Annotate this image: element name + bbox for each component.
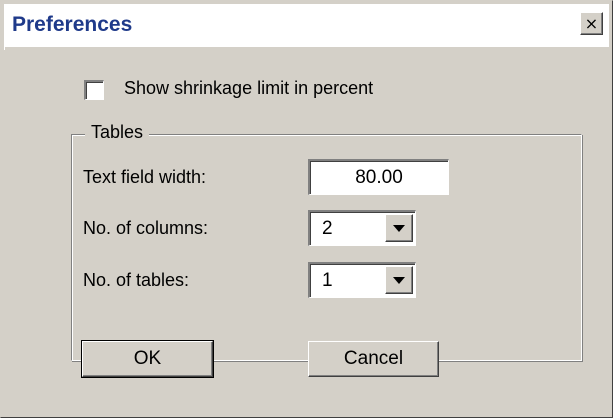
show-shrinkage-label[interactable]: Show shrinkage limit in percent xyxy=(124,78,373,99)
show-shrinkage-checkbox[interactable] xyxy=(84,80,104,100)
dialog-body: Show shrinkage limit in percent Tables T… xyxy=(5,47,609,414)
columns-select[interactable]: 2 xyxy=(308,210,416,246)
chevron-down-icon xyxy=(393,276,405,284)
tables-label: No. of tables: xyxy=(83,270,190,290)
window-title: Preferences xyxy=(12,13,133,36)
title-bar: Preferences × xyxy=(4,4,609,50)
chevron-down-icon xyxy=(393,224,405,232)
close-icon: × xyxy=(584,13,599,33)
preferences-dialog: Preferences × Show shrinkage limit in pe… xyxy=(0,0,613,418)
tables-dropdown-button[interactable] xyxy=(385,266,413,294)
tables-select[interactable]: 1 xyxy=(308,262,416,298)
columns-select-value: 2 xyxy=(322,218,333,239)
text-field-width-input[interactable]: 80.00 xyxy=(308,159,449,195)
text-field-width-label: Text field width: xyxy=(83,167,207,187)
columns-dropdown-button[interactable] xyxy=(385,214,413,242)
close-button[interactable]: × xyxy=(580,12,603,35)
columns-label: No. of columns: xyxy=(83,218,209,238)
tables-select-value: 1 xyxy=(322,270,333,291)
title-bar-background: Preferences × xyxy=(4,4,609,50)
tables-group-legend: Tables xyxy=(85,122,150,143)
ok-button[interactable]: OK xyxy=(81,340,214,378)
cancel-button[interactable]: Cancel xyxy=(308,341,439,377)
